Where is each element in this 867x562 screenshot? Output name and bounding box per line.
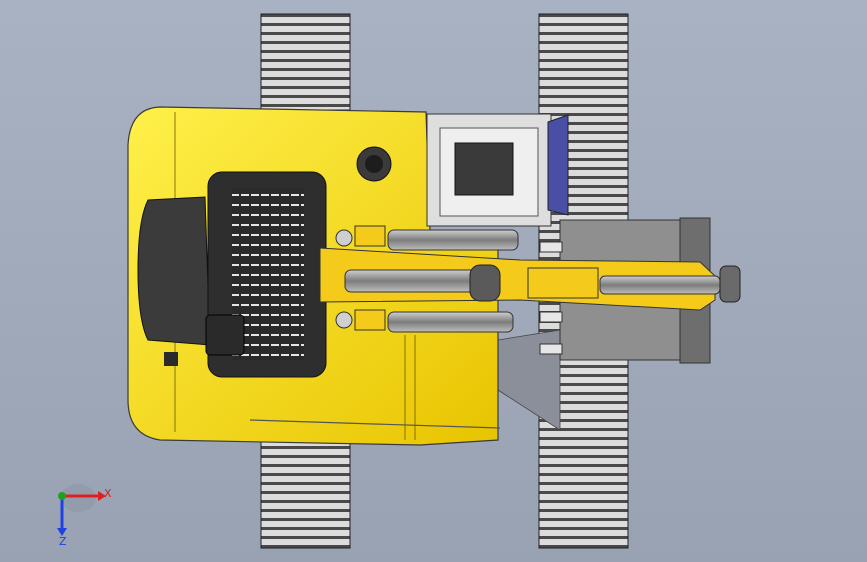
exhaust-pipe: [356, 146, 392, 182]
x-axis-label: X: [104, 487, 112, 500]
axis-triad: [57, 484, 106, 536]
engine-hood: [205, 171, 327, 378]
operator-cab: [426, 113, 569, 227]
counterweight-panel: [137, 196, 211, 346]
z-axis-label: Z: [59, 535, 67, 548]
excavator-model[interactable]: X Z: [0, 0, 867, 562]
boom-cylinder-lower: [387, 311, 514, 333]
cad-viewport[interactable]: X Z: [0, 0, 867, 562]
boom-cylinder-upper: [387, 229, 519, 251]
fuel-cap: [164, 352, 178, 366]
